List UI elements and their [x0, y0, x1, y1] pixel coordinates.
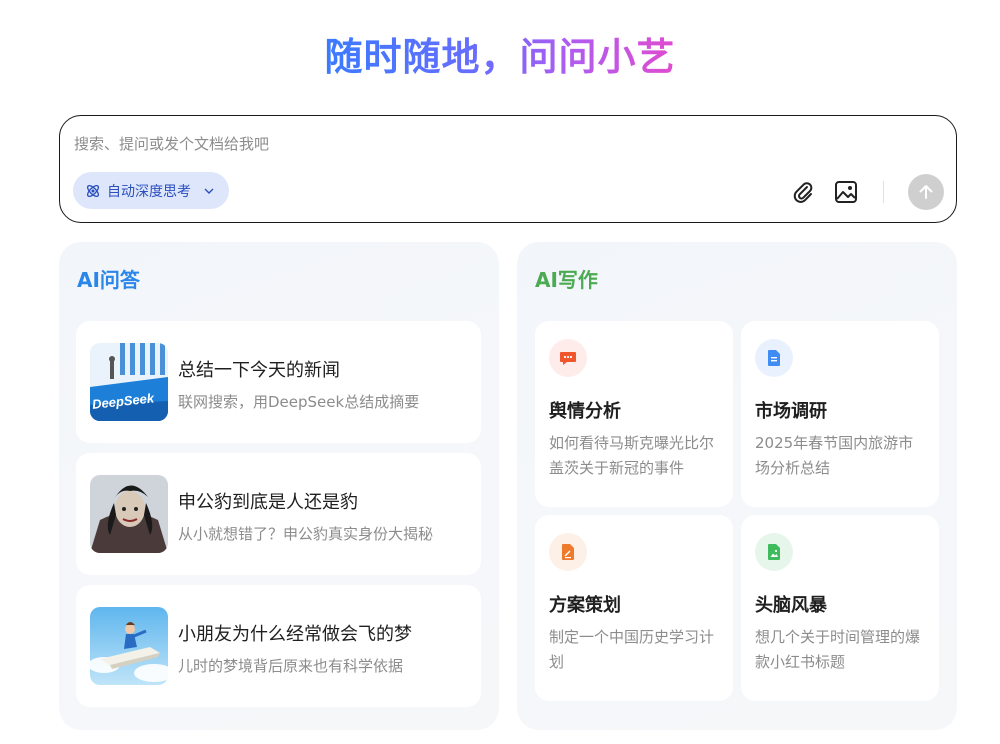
shengongbao-thumbnail [90, 475, 168, 553]
atom-icon [86, 184, 100, 197]
dream-image [90, 607, 168, 685]
news-thumbnail: DeepSeek [90, 343, 168, 421]
qa-title: 小朋友为什么经常做会飞的梦 [178, 624, 412, 645]
ai-qa-panel: AI问答 DeepSeek 总结一下今天的新闻 联网搜索，用DeepSeek总结… [59, 242, 499, 730]
writing-card-title: 舆情分析 [549, 401, 621, 422]
paperclip-icon[interactable] [790, 179, 816, 205]
writing-card-sentiment[interactable]: 舆情分析 如何看待马斯克曝光比尔盖茨关于新冠的事件 [535, 321, 733, 507]
writing-card-market-research[interactable]: 市场调研 2025年春节国内旅游市场分析总结 [741, 321, 939, 507]
writing-card-desc: 想几个关于时间管理的爆款小红书标题 [755, 628, 921, 671]
ai-writing-panel: AI写作 舆情分析 如何看待马斯克曝光比尔盖茨关于新冠的事件 市场调研 2025… [517, 242, 957, 730]
qa-title: 申公豹到底是人还是豹 [178, 492, 358, 513]
deepseek-image: DeepSeek [90, 343, 168, 421]
qa-card-news[interactable]: DeepSeek 总结一下今天的新闻 联网搜索，用DeepSeek总结成摘要 [76, 321, 481, 443]
send-button[interactable] [908, 174, 944, 210]
image-icon[interactable] [833, 179, 859, 205]
qa-subtitle: 联网搜索，用DeepSeek总结成摘要 [178, 393, 420, 411]
writing-card-title: 方案策划 [549, 595, 621, 616]
arrow-up-icon [919, 185, 933, 199]
ai-qa-title: AI问答 [77, 268, 140, 292]
page-title-text: 随时随地，问问小艺 [324, 35, 676, 79]
pen-doc-icon [549, 533, 587, 571]
qa-subtitle: 儿时的梦境背后原来也有科学依据 [178, 657, 404, 675]
page-title: 随时随地，问问小艺 [0, 26, 1000, 81]
document-icon [755, 339, 793, 377]
qa-title: 总结一下今天的新闻 [178, 360, 340, 381]
deep-think-label: 自动深度思考 [107, 183, 191, 200]
image-doc-icon [755, 533, 793, 571]
writing-card-title: 市场调研 [755, 401, 827, 422]
writing-card-title: 头脑风暴 [755, 595, 827, 616]
writing-card-desc: 2025年春节国内旅游市场分析总结 [755, 434, 914, 477]
writing-card-desc: 如何看待马斯克曝光比尔盖茨关于新冠的事件 [549, 434, 715, 477]
writing-card-desc: 制定一个中国历史学习计划 [549, 628, 715, 671]
qa-subtitle: 从小就想错了？申公豹真实身份大揭秘 [178, 525, 434, 543]
ai-writing-title: AI写作 [535, 268, 598, 292]
qa-card-shengongbao[interactable]: 申公豹到底是人还是豹 从小就想错了？申公豹真实身份大揭秘 [76, 453, 481, 575]
character-image [90, 475, 168, 553]
writing-card-brainstorm[interactable]: 头脑风暴 想几个关于时间管理的爆款小红书标题 [741, 515, 939, 701]
flying-dream-thumbnail [90, 607, 168, 685]
chat-icon [549, 339, 587, 377]
writing-card-planning[interactable]: 方案策划 制定一个中国历史学习计划 [535, 515, 733, 701]
toolbar-divider [883, 181, 884, 203]
chevron-down-icon [204, 188, 214, 194]
chat-input-placeholder[interactable]: 搜索、提问或发个文档给我吧 [74, 133, 269, 154]
deep-think-toggle[interactable]: 自动深度思考 [73, 172, 229, 209]
qa-card-flying-dream[interactable]: 小朋友为什么经常做会飞的梦 儿时的梦境背后原来也有科学依据 [76, 585, 481, 707]
chat-input-box[interactable]: 搜索、提问或发个文档给我吧 自动深度思考 [59, 115, 957, 223]
